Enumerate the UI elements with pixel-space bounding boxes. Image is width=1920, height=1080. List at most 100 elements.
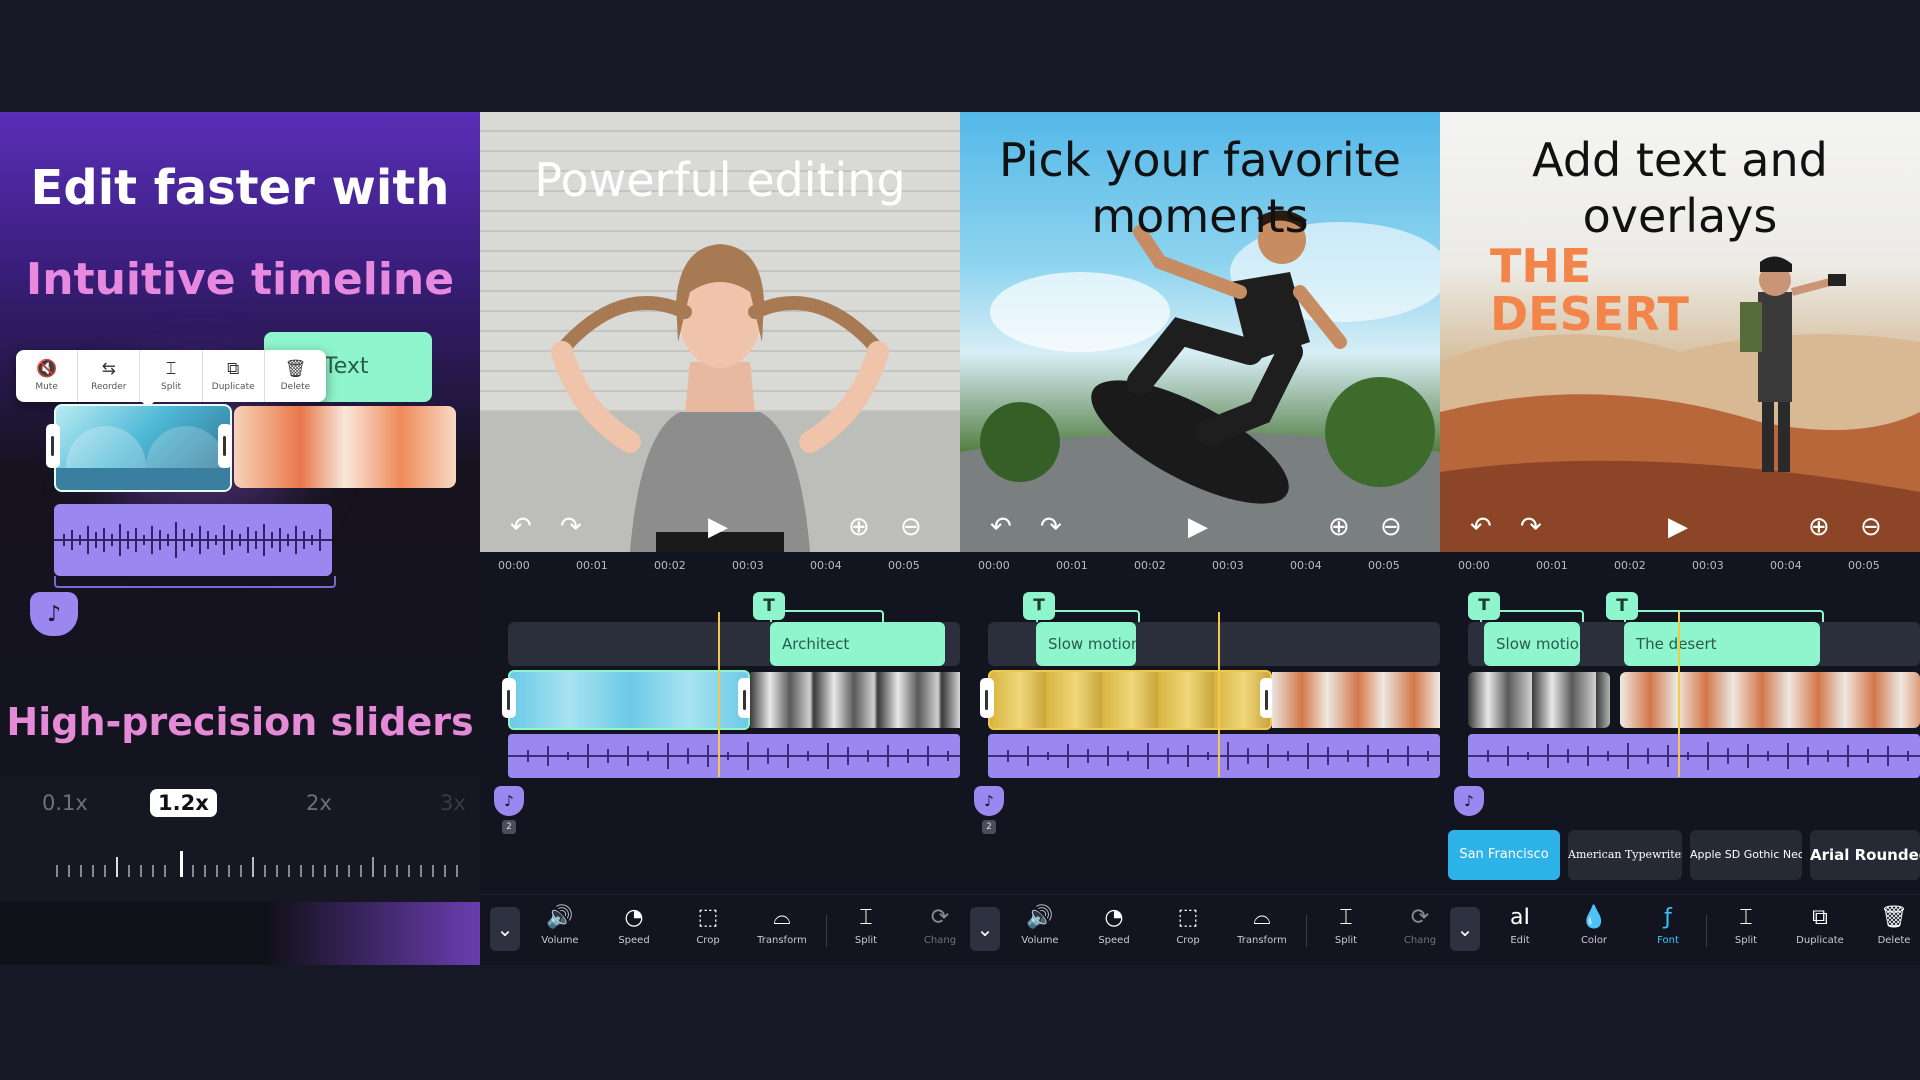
split-tool-button[interactable]: ⌶ Split bbox=[1716, 905, 1776, 946]
timeline: T Slow motion ♪ 2 bbox=[960, 582, 1440, 894]
overlay-line1: THE bbox=[1490, 239, 1592, 293]
play-icon[interactable]: ▶ bbox=[708, 512, 728, 542]
trim-handle-left[interactable] bbox=[502, 678, 516, 718]
font-tool-button[interactable]: ƒ Font bbox=[1638, 905, 1698, 946]
playhead[interactable] bbox=[1678, 612, 1680, 777]
trim-handle-right[interactable] bbox=[218, 424, 232, 468]
color-label: Color bbox=[1580, 935, 1608, 946]
duplicate-icon: ⧉ bbox=[1812, 905, 1828, 930]
speed-slider[interactable]: 0.1x 1.2x 2x 3x bbox=[0, 777, 480, 902]
split-icon: ⌶ bbox=[165, 359, 177, 379]
music-note-icon[interactable]: ♪ bbox=[30, 592, 78, 636]
crop-tool-button[interactable]: ⬚ Crop bbox=[678, 905, 738, 946]
music-note-icon[interactable]: ♪ bbox=[1454, 786, 1484, 816]
ruler-label: 00:02 bbox=[1134, 559, 1166, 572]
video-clip-frames[interactable] bbox=[1468, 672, 1610, 728]
split-tool-button[interactable]: ⌶ Split bbox=[1316, 905, 1376, 946]
zoom-out-icon[interactable]: ⊖ bbox=[1860, 512, 1882, 542]
change-tool-button[interactable]: ⟳ Chang bbox=[910, 905, 960, 946]
video-clip-frames[interactable] bbox=[750, 672, 960, 728]
volume-tool-button[interactable]: 🔊 Volume bbox=[1010, 905, 1070, 946]
zoom-in-icon[interactable]: ⊕ bbox=[848, 512, 870, 542]
video-preview[interactable]: Pick your favorite moments ↶ ↷ ▶ ⊕ ⊖ bbox=[960, 112, 1440, 552]
selected-video-clip[interactable] bbox=[54, 404, 232, 492]
video-clip-frames[interactable] bbox=[1272, 672, 1440, 728]
panel1-slider-title: High-precision sliders bbox=[6, 700, 474, 744]
undo-icon[interactable]: ↶ bbox=[510, 512, 532, 542]
zoom-out-icon[interactable]: ⊖ bbox=[1380, 512, 1402, 542]
delete-button[interactable]: 🗑 Delete bbox=[265, 350, 326, 402]
collapse-chevron-icon[interactable]: ⌄ bbox=[490, 907, 520, 951]
font-chip-arial-rounded[interactable]: Arial Rounded bbox=[1810, 830, 1920, 880]
speed-tool-button[interactable]: ◔ Speed bbox=[604, 905, 664, 946]
speed-tool-button[interactable]: ◔ Speed bbox=[1084, 905, 1144, 946]
transform-tool-button[interactable]: ⌓ Transform bbox=[752, 905, 812, 946]
collapse-chevron-icon[interactable]: ⌄ bbox=[1450, 907, 1480, 951]
playhead[interactable] bbox=[718, 612, 720, 777]
clip-context-menu: 🔇 Mute ⇆ Reorder ⌶ Split ⧉ Duplicate 🗑 Delete bbox=[16, 350, 326, 402]
playhead[interactable] bbox=[1218, 612, 1220, 777]
play-icon[interactable]: ▶ bbox=[1188, 512, 1208, 542]
font-chip-apple-sd-gothic-neo[interactable]: Apple SD Gothic Neo bbox=[1690, 830, 1802, 880]
trim-handle-left[interactable] bbox=[980, 678, 994, 718]
volume-tool-button[interactable]: 🔊 Volume bbox=[530, 905, 590, 946]
split-button[interactable]: ⌶ Split bbox=[140, 350, 203, 402]
selected-video-clip[interactable] bbox=[988, 670, 1272, 730]
audio-track[interactable] bbox=[988, 734, 1440, 778]
zoom-in-icon[interactable]: ⊕ bbox=[1808, 512, 1830, 542]
music-note-icon[interactable]: ♪ bbox=[494, 786, 524, 816]
text-clip-slow-motion[interactable]: Slow motion bbox=[1484, 622, 1580, 666]
split-icon: ⌶ bbox=[859, 905, 873, 930]
redo-icon[interactable]: ↷ bbox=[560, 512, 582, 542]
text-clip-architect[interactable]: Architect bbox=[770, 622, 945, 666]
play-icon[interactable]: ▶ bbox=[1668, 512, 1688, 542]
video-preview[interactable]: Powerful editing ↶ ↷ ▶ ⊕ ⊖ bbox=[480, 112, 960, 552]
video-clip-frames[interactable] bbox=[1620, 672, 1920, 728]
ruler-label: 00:02 bbox=[654, 559, 686, 572]
time-ruler[interactable]: 00:00 00:01 00:02 00:03 00:04 00:05 bbox=[1440, 552, 1920, 582]
video-preview[interactable]: Add text and overlays THE DESERT ↶ ↷ ▶ ⊕… bbox=[1440, 112, 1920, 552]
transform-icon: ⌓ bbox=[1253, 905, 1271, 930]
collapse-chevron-icon[interactable]: ⌄ bbox=[970, 907, 1000, 951]
audio-track[interactable] bbox=[54, 504, 332, 576]
zoom-out-icon[interactable]: ⊖ bbox=[900, 512, 922, 542]
duplicate-button[interactable]: ⧉ Duplicate bbox=[203, 350, 265, 402]
toolbar-divider bbox=[826, 915, 827, 947]
duplicate-label: Duplicate bbox=[1796, 935, 1844, 946]
reorder-button[interactable]: ⇆ Reorder bbox=[78, 350, 141, 402]
text-overlay[interactable]: THE DESERT bbox=[1490, 242, 1689, 338]
mute-label: Mute bbox=[35, 382, 58, 392]
font-chip-american-typewriter[interactable]: American Typewriter bbox=[1568, 830, 1682, 880]
panel3-headline-line2: moments bbox=[1091, 189, 1309, 243]
color-tool-button[interactable]: 💧 Color bbox=[1564, 905, 1624, 946]
mute-button[interactable]: 🔇 Mute bbox=[16, 350, 79, 402]
ruler-label: 00:00 bbox=[498, 559, 530, 572]
undo-icon[interactable]: ↶ bbox=[1470, 512, 1492, 542]
redo-icon[interactable]: ↷ bbox=[1040, 512, 1062, 542]
delete-tool-button[interactable]: 🗑 Delete bbox=[1864, 905, 1920, 946]
audio-track[interactable] bbox=[508, 734, 960, 778]
trim-handle-left[interactable] bbox=[46, 424, 60, 468]
music-note-icon[interactable]: ♪ bbox=[974, 786, 1004, 816]
change-label: Chang bbox=[923, 935, 957, 946]
text-clip-the-desert[interactable]: The desert bbox=[1624, 622, 1820, 666]
undo-icon[interactable]: ↶ bbox=[990, 512, 1012, 542]
redo-icon[interactable]: ↷ bbox=[1520, 512, 1542, 542]
video-clip-skater[interactable] bbox=[234, 406, 456, 488]
time-ruler[interactable]: 00:00 00:01 00:02 00:03 00:04 00:05 bbox=[480, 552, 960, 582]
text-clip-slow-motion[interactable]: Slow motion bbox=[1036, 622, 1136, 666]
zoom-in-icon[interactable]: ⊕ bbox=[1328, 512, 1350, 542]
change-tool-button[interactable]: ⟳ Chang bbox=[1390, 905, 1440, 946]
split-tool-button[interactable]: ⌶ Split bbox=[836, 905, 896, 946]
text-clip-label: Text bbox=[324, 354, 369, 379]
audio-track[interactable] bbox=[1468, 734, 1920, 778]
split-label: Split bbox=[1334, 935, 1358, 946]
time-ruler[interactable]: 00:00 00:01 00:02 00:03 00:04 00:05 bbox=[960, 552, 1440, 582]
crop-tool-button[interactable]: ⬚ Crop bbox=[1158, 905, 1218, 946]
transform-tool-button[interactable]: ⌓ Transform bbox=[1232, 905, 1292, 946]
selected-video-clip[interactable] bbox=[508, 670, 750, 730]
duplicate-tool-button[interactable]: ⧉ Duplicate bbox=[1790, 905, 1850, 946]
font-chip-san-francisco[interactable]: San Francisco bbox=[1448, 830, 1560, 880]
split-icon: ⌶ bbox=[1339, 905, 1353, 930]
edit-tool-button[interactable]: aI Edit bbox=[1490, 905, 1550, 946]
